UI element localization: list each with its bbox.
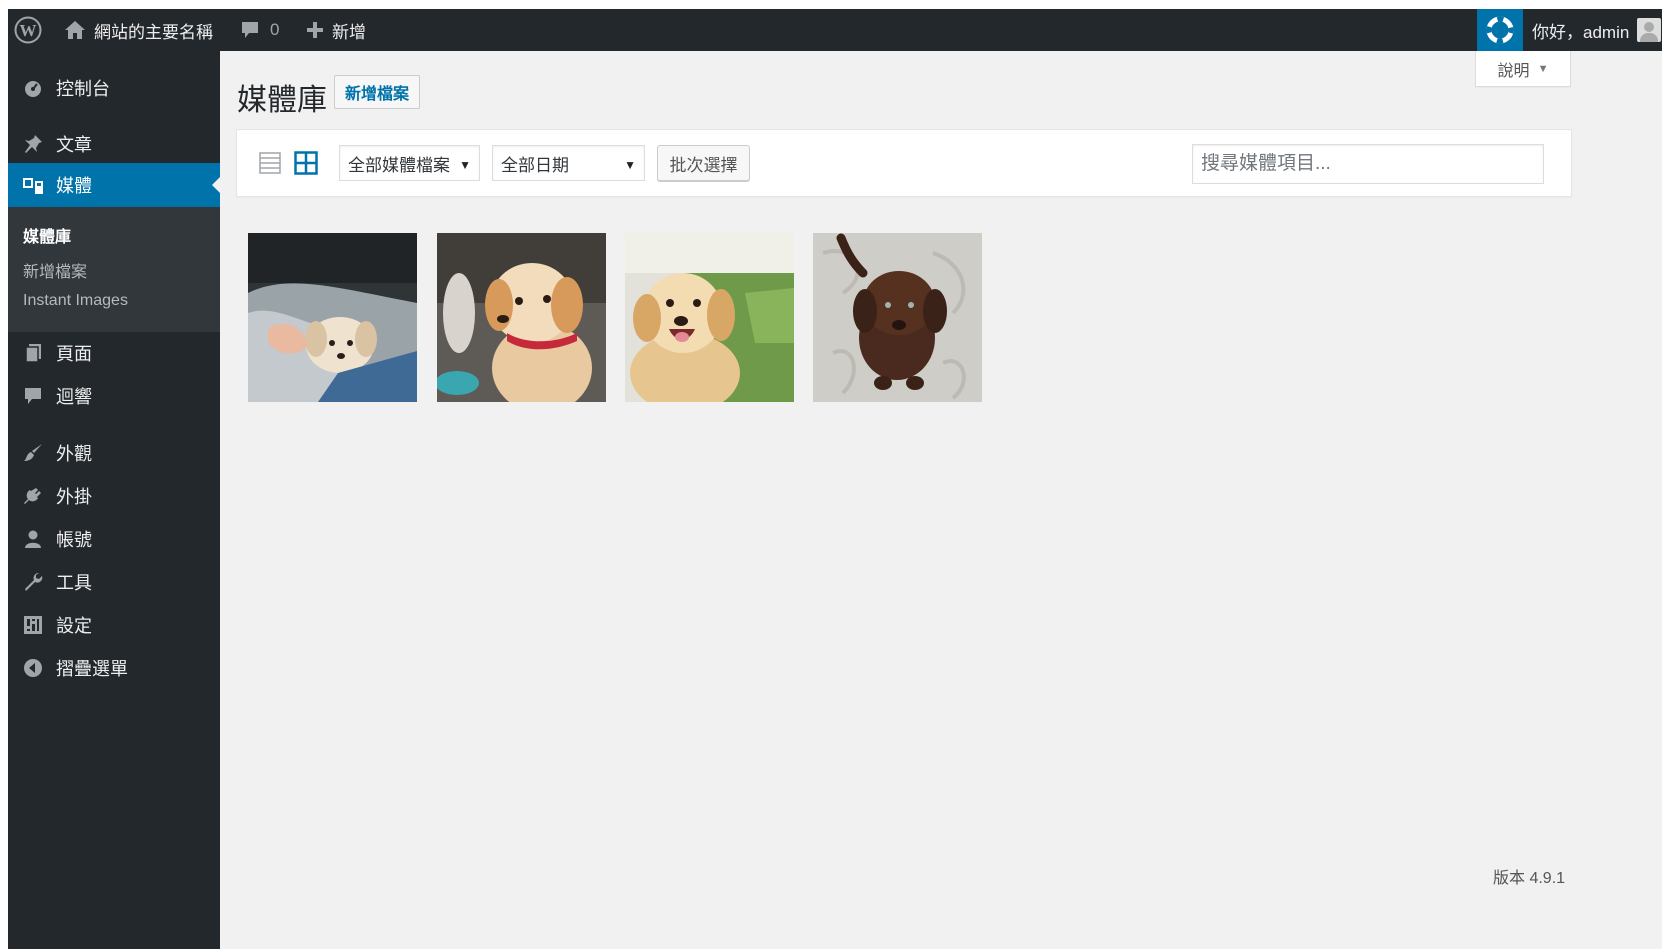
menu-item-pages[interactable]: 頁面	[8, 331, 220, 375]
menu-item-settings[interactable]: 設定	[8, 603, 220, 647]
comments-count: 0	[270, 20, 280, 39]
wordpress-icon: W	[14, 16, 42, 44]
comments-link[interactable]: 0	[240, 9, 279, 51]
date-value: 全部日期	[501, 155, 569, 175]
menu-label: 文章	[56, 135, 92, 155]
bulk-select-button[interactable]: 批次選擇	[657, 145, 750, 181]
admin-sidebar: 控制台 文章 媒體 媒體庫 新增檔案 Instant Images 頁面 迴響 …	[8, 51, 220, 949]
menu-item-tools[interactable]: 工具	[8, 560, 220, 604]
menu-label: 媒體	[56, 176, 92, 196]
site-name-link[interactable]: 網站的主要名稱	[64, 9, 213, 51]
comment-icon	[242, 22, 258, 38]
media-item-golden-puppy-collar[interactable]	[437, 233, 606, 402]
caret-down-icon: ▼	[1537, 62, 1549, 75]
menu-item-plugins[interactable]: 外掛	[8, 474, 220, 518]
grid-view-icon	[294, 151, 318, 175]
submenu-add-new[interactable]: 新增檔案	[23, 258, 87, 282]
grid-view-button[interactable]	[294, 151, 318, 175]
menu-label: 摺疊選單	[56, 659, 128, 679]
version-text: 版本 4.9.1	[1493, 870, 1566, 887]
menu-item-media[interactable]: 媒體	[8, 163, 220, 207]
menu-item-posts[interactable]: 文章	[8, 122, 220, 166]
wordpress-logo-button[interactable]: W	[14, 9, 46, 51]
help-button[interactable]	[1477, 9, 1523, 51]
pushpin-icon	[20, 134, 46, 154]
wp-admin-window: W 網站的主要名稱 0 新增 你好，admin 控制台 文章 媒體 媒體庫 新增…	[8, 9, 1662, 949]
menu-label: 控制台	[56, 79, 110, 99]
caret-down-icon: ▼	[624, 158, 636, 172]
dashboard-icon	[20, 78, 46, 98]
svg-text:W: W	[20, 21, 37, 40]
menu-item-comments[interactable]: 迴響	[8, 374, 220, 418]
media-item-puppy-held[interactable]	[248, 233, 417, 402]
add-new-file-button[interactable]: 新增檔案	[334, 75, 421, 109]
greeting: 你好，admin	[1532, 22, 1630, 42]
caret-down-icon: ▼	[459, 158, 471, 172]
help-lifesaver-icon	[1486, 16, 1514, 44]
date-filter[interactable]: 全部日期 ▼	[492, 145, 645, 181]
menu-label: 頁面	[56, 344, 92, 364]
help-tab-button[interactable]: 說明 ▼	[1475, 51, 1571, 87]
media-item-golden-retriever-grass[interactable]	[625, 233, 794, 402]
help-tab-label: 說明	[1497, 62, 1530, 80]
submenu-media-library[interactable]: 媒體庫	[23, 223, 71, 247]
page-icon	[20, 343, 46, 363]
menu-label: 設定	[56, 616, 92, 636]
media-icon	[20, 175, 46, 195]
menu-label: 外觀	[56, 444, 92, 464]
list-view-icon	[259, 152, 281, 174]
new-label: 新增	[332, 22, 366, 42]
plus-icon	[307, 22, 323, 38]
list-view-button[interactable]	[259, 152, 281, 174]
my-account-menu[interactable]: 你好，admin	[1532, 9, 1662, 51]
comment-icon	[20, 386, 46, 406]
media-submenu: 媒體庫 新增檔案 Instant Images	[8, 207, 220, 332]
menu-label: 帳號	[56, 530, 92, 550]
media-type-filter[interactable]: 全部媒體檔案 ▼	[339, 145, 480, 181]
admin-bar: W 網站的主要名稱 0 新增 你好，admin	[8, 9, 1662, 51]
menu-label: 外掛	[56, 487, 92, 507]
media-search-input[interactable]	[1192, 144, 1544, 184]
menu-item-appearance[interactable]: 外觀	[8, 431, 220, 475]
site-name: 網站的主要名稱	[94, 22, 213, 42]
settings-icon	[20, 615, 46, 635]
menu-label: 迴響	[56, 387, 92, 407]
home-icon	[65, 21, 85, 39]
media-item-chocolate-puppy[interactable]	[813, 233, 982, 402]
media-type-value: 全部媒體檔案	[348, 155, 450, 175]
page-title: 媒體庫	[237, 84, 327, 117]
menu-item-users[interactable]: 帳號	[8, 517, 220, 561]
media-thumbnail	[813, 233, 982, 402]
plugin-icon	[20, 486, 46, 506]
user-icon	[20, 529, 46, 549]
media-thumbnail	[625, 233, 794, 402]
collapse-menu-button[interactable]: 摺疊選單	[8, 646, 220, 690]
avatar	[1637, 18, 1662, 42]
media-thumbnail	[248, 233, 417, 402]
media-thumbnail	[437, 233, 606, 402]
new-content-link[interactable]: 新增	[306, 9, 366, 51]
wrench-icon	[20, 572, 46, 592]
paintbrush-icon	[20, 443, 46, 463]
menu-label: 工具	[56, 573, 92, 593]
media-toolbar: 全部媒體檔案 ▼ 全部日期 ▼ 批次選擇	[236, 129, 1572, 197]
menu-item-dashboard[interactable]: 控制台	[8, 66, 220, 110]
submenu-instant-images[interactable]: Instant Images	[23, 292, 128, 310]
collapse-icon	[20, 658, 46, 678]
